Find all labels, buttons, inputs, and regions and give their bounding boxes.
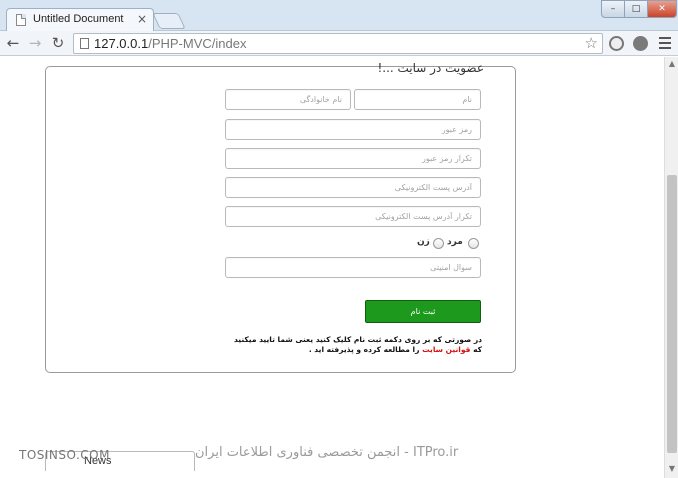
url-text[interactable]: 127.0.0.1/PHP-MVC/index [94, 36, 246, 51]
extension-globe-icon[interactable] [609, 36, 624, 51]
scroll-up-icon[interactable]: ▲ [667, 59, 677, 69]
extension-icon[interactable] [633, 36, 648, 51]
terms-prefix: که [473, 345, 482, 354]
reload-icon[interactable]: ↻ [49, 34, 67, 52]
address-bar[interactable]: 127.0.0.1/PHP-MVC/index ☆ [73, 33, 603, 54]
browser-tab[interactable]: Untitled Document × [6, 8, 154, 31]
watermark-left: TOSINSO.COM [19, 448, 110, 462]
terms-suffix: را مطالعه کرده و پذیرفته اید . [308, 345, 420, 354]
maximize-button[interactable]: □ [624, 0, 648, 18]
scroll-down-icon[interactable]: ▼ [667, 464, 677, 474]
email-input[interactable] [225, 177, 481, 198]
page-icon [16, 14, 26, 26]
terms-link[interactable]: قوانین سایت [422, 345, 470, 354]
watermark-middle: ITPro.ir - انجمن تخصصی فناوری اطلاعات ای… [195, 445, 459, 460]
menu-icon[interactable] [659, 37, 671, 49]
close-icon[interactable]: × [137, 12, 147, 26]
forward-arrow-icon[interactable]: → [26, 34, 44, 52]
last-name-input[interactable] [225, 89, 351, 110]
vertical-scrollbar[interactable]: ▲ ▼ [664, 57, 678, 478]
password-repeat-input[interactable] [225, 148, 481, 169]
bookmark-star-icon[interactable]: ☆ [585, 34, 598, 52]
minimize-button[interactable]: – [601, 0, 625, 18]
window-close-button[interactable]: ✕ [647, 0, 677, 18]
email-repeat-input[interactable] [225, 206, 481, 227]
terms-text: در صورتی که بر روی دکمه ثبت نام کلیک کنی… [216, 335, 482, 355]
back-arrow-icon[interactable]: ← [4, 34, 22, 52]
gender-radio-group: مرد زن [415, 237, 485, 251]
terms-line1: در صورتی که بر روی دکمه ثبت نام کلیک کنی… [233, 335, 482, 344]
page-viewport: عضویت در سایت ...! مرد زن ثبت نام در صور… [0, 57, 664, 478]
tab-title: Untitled Document [33, 13, 124, 25]
gender-female-label: زن [417, 237, 430, 247]
url-path: /PHP-MVC/index [148, 36, 247, 51]
new-tab-button[interactable] [152, 13, 186, 29]
page-icon [80, 38, 89, 49]
first-name-input[interactable] [354, 89, 481, 110]
password-input[interactable] [225, 119, 481, 140]
url-host: 127.0.0.1 [94, 36, 149, 51]
gender-male-radio[interactable] [468, 238, 479, 249]
browser-titlebar: Untitled Document × – □ ✕ [0, 0, 678, 31]
gender-female-radio[interactable] [433, 238, 444, 249]
scroll-thumb[interactable] [667, 175, 677, 453]
browser-toolbar: ← → ↻ 127.0.0.1/PHP-MVC/index ☆ [0, 31, 678, 56]
gender-male-label: مرد [447, 237, 463, 247]
form-title: عضویت در سایت ...! [377, 61, 484, 75]
register-button[interactable]: ثبت نام [365, 300, 481, 323]
security-question-input[interactable] [225, 257, 481, 278]
